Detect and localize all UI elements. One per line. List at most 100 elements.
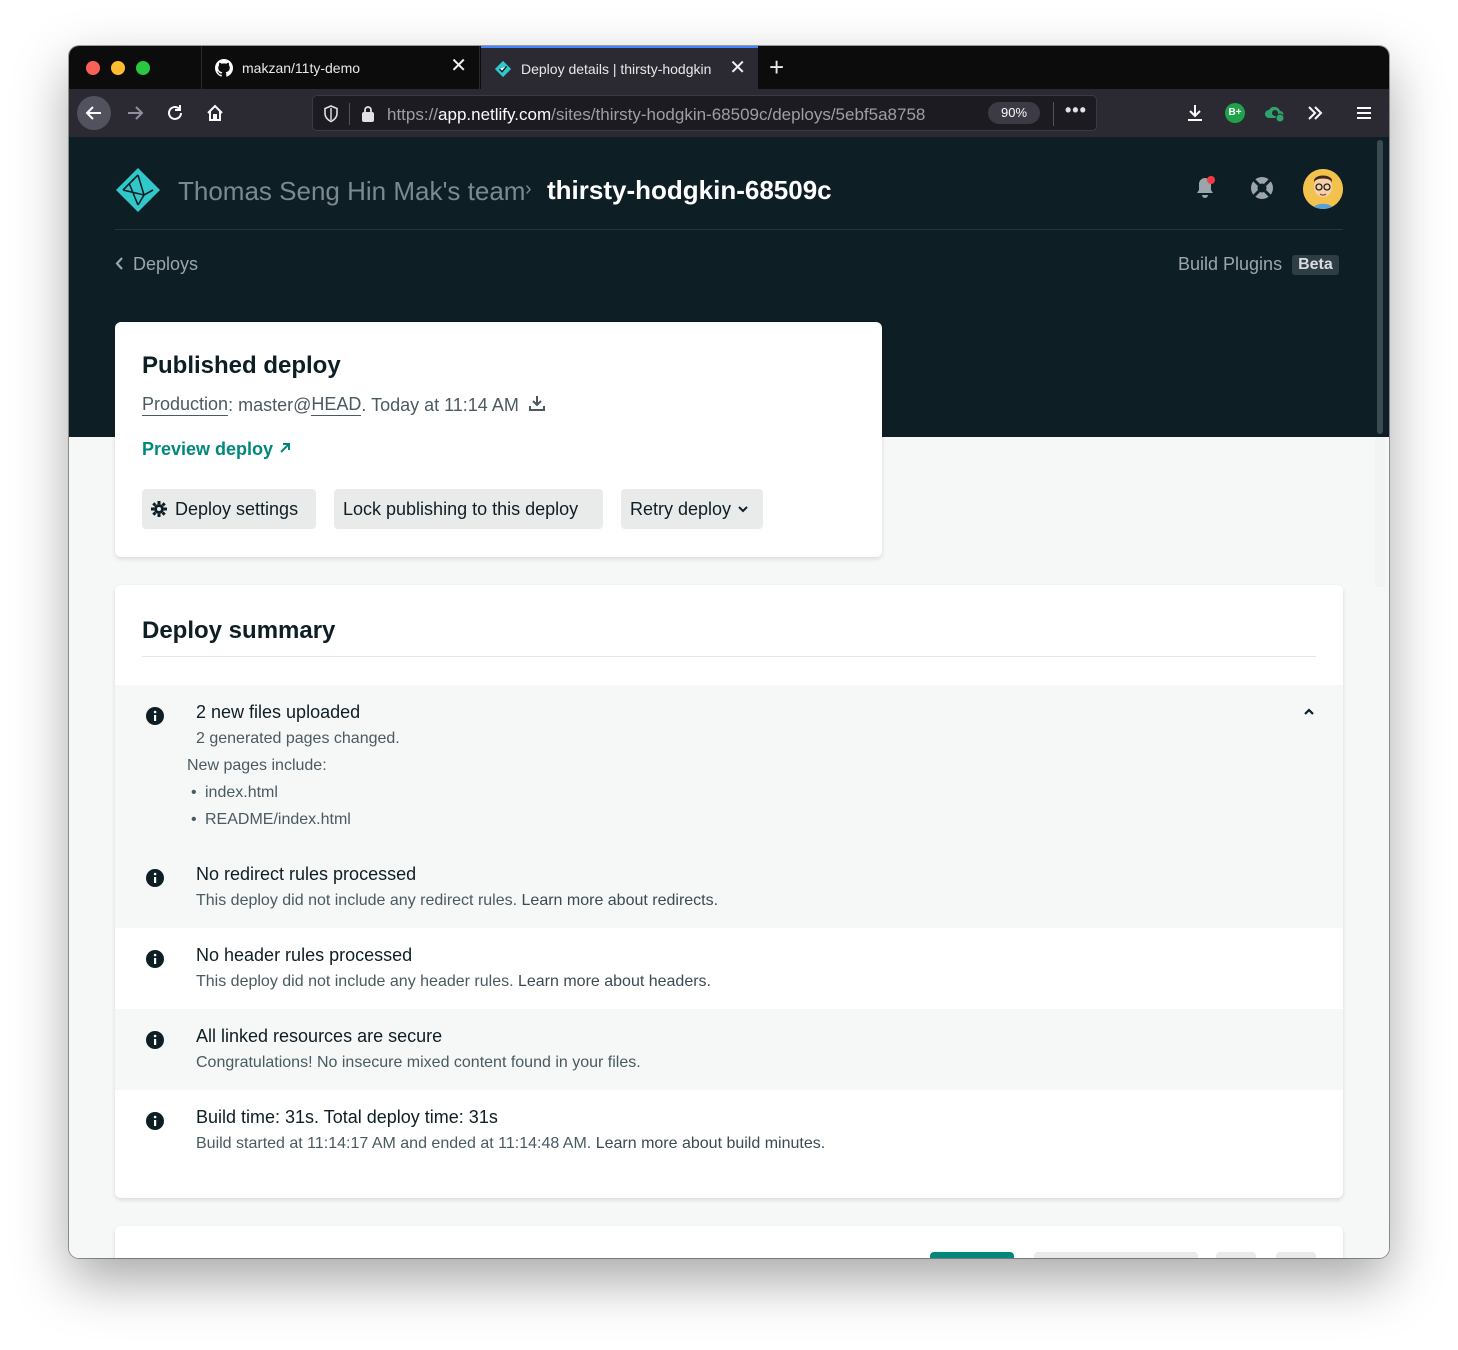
summary-item-desc: This deploy did not include any header r… [196,973,711,990]
summary-item-build-time[interactable]: Build time: 31s. Total deploy time: 31s … [115,1090,1343,1171]
summary-item-mixed-content[interactable]: All linked resources are secure Congratu… [115,1009,1343,1090]
new-tab-button[interactable]: + [769,52,784,82]
summary-divider [142,656,1316,657]
summary-item-title: All linked resources are secure [196,1026,443,1046]
url-bar[interactable]: https://app.netlify.com/sites/thirsty-ho… [312,95,1097,131]
url-divider [1053,102,1054,126]
back-to-deploys-link[interactable]: Deploys [115,254,198,275]
zoom-window-button[interactable] [136,61,150,75]
deploy-ref: HEAD [311,394,362,416]
deploy-summary-card: Deploy summary 2 new files uploaded 2 ge… [115,585,1343,1198]
deploy-settings-label: Deploy settings [175,498,299,519]
deploy-summary-title: Deploy summary [142,617,336,644]
chevron-left-icon [115,256,124,273]
summary-item-title: No redirect rules processed [196,864,417,884]
retry-deploy-button[interactable]: Retry deploy [621,489,763,529]
chevron-up-icon[interactable] [1303,703,1315,719]
summary-item-desc: Congratulations! No insecure mixed conte… [196,1054,641,1071]
home-button[interactable] [199,97,231,129]
close-window-button[interactable] [86,61,100,75]
deploy-log-card [115,1226,1343,1258]
new-pages-label: New pages include: [187,757,327,774]
learn-more-headers-link[interactable]: Learn more about headers. [518,973,711,990]
new-page-item: index.html [205,784,278,801]
download-deploy-icon[interactable] [528,395,545,416]
page-actions-button[interactable]: ••• [1065,100,1087,121]
log-tab[interactable] [1216,1252,1256,1258]
reload-button[interactable] [159,97,191,129]
summary-item-desc: Build started at 11:14:17 AM and ended a… [196,1135,826,1152]
summary-item-files[interactable]: 2 new files uploaded 2 generated pages c… [115,685,1343,847]
lock-icon[interactable] [361,105,375,128]
url-divider [349,103,350,125]
log-tab-active[interactable] [930,1252,1014,1258]
hamburger-icon [1357,107,1371,119]
zoom-level-badge[interactable]: 90% [988,102,1040,124]
shield-icon[interactable] [323,105,339,128]
new-page-item: README/index.html [205,811,351,828]
page-scrollbar-thumb[interactable] [1377,140,1383,434]
netlify-icon [493,59,513,79]
extension-button[interactable]: B+ [1219,97,1251,129]
url-text[interactable]: https://app.netlify.com/sites/thirsty-ho… [387,105,977,125]
deploy-context: Production [142,394,229,416]
published-deploy-card: Published deploy Production : master@ HE… [115,322,882,557]
preview-deploy-link[interactable]: Preview deploy [142,439,291,460]
info-icon [146,707,164,730]
downloads-button[interactable] [1179,97,1211,129]
deploy-settings-button[interactable]: Deploy settings [142,489,316,529]
deploy-meta: Production : master@ HEAD . Today at 11:… [142,394,545,416]
tab-deploy-details[interactable]: Deploy details | thirsty-hodgkin ✕ [481,46,758,89]
summary-item-headers[interactable]: No header rules processed This deploy di… [115,928,1343,1009]
log-tab[interactable] [1034,1252,1198,1258]
learn-more-build-minutes-link[interactable]: Learn more about build minutes. [596,1135,825,1152]
summary-item-title: No header rules processed [196,945,413,965]
chevron-down-icon [738,502,748,516]
minimize-window-button[interactable] [111,61,125,75]
back-button[interactable] [77,96,111,130]
tab-strip: makzan/11ty-demo ✕ Deploy details | thir… [69,46,1389,89]
header-divider [115,229,1343,230]
log-tab[interactable] [1276,1252,1316,1258]
breadcrumb-site[interactable]: thirsty-hodgkin-68509c [547,175,832,206]
info-icon [146,869,164,892]
page-bullet-icon: • [191,811,197,828]
external-link-arrow-icon [279,441,291,458]
learn-more-redirects-link[interactable]: Learn more about redirects. [522,892,719,909]
page-viewport: Thomas Seng Hin Mak's team › thirsty-hod… [69,137,1389,1258]
tab-github[interactable]: makzan/11ty-demo ✕ [201,46,480,89]
notifications-bell-icon[interactable] [1193,175,1217,206]
download-icon [1188,105,1202,121]
breadcrumb-team[interactable]: Thomas Seng Hin Mak's team [178,176,525,207]
user-avatar[interactable] [1303,169,1343,209]
close-tab-icon[interactable]: ✕ [729,58,746,78]
lock-publishing-label: Lock publishing to this deploy [343,498,579,519]
forward-button[interactable] [119,97,151,129]
info-icon [146,1112,164,1135]
published-deploy-title: Published deploy [142,352,341,379]
tab-label: Deploy details | thirsty-hodgkin [521,60,712,77]
browser-window: makzan/11ty-demo ✕ Deploy details | thir… [69,46,1389,1258]
build-plugins-label: Build Plugins [1178,254,1283,274]
arrow-left-icon [85,106,101,120]
summary-item-desc: 2 generated pages changed. [196,730,400,747]
page-scrollbar-track[interactable] [1375,437,1385,587]
page-bullet-icon: • [191,784,197,801]
build-plugins-link[interactable]: Build Plugins Beta [1178,254,1339,275]
menu-button[interactable] [1348,97,1380,129]
lock-publishing-button[interactable]: Lock publishing to this deploy [334,489,603,529]
support-icon[interactable] [1249,175,1275,206]
gear-icon [151,501,167,517]
preview-deploy-label: Preview deploy [142,439,274,459]
github-icon [214,58,234,78]
retry-deploy-label: Retry deploy [630,498,732,519]
summary-item-desc: This deploy did not include any redirect… [196,892,719,909]
close-tab-icon[interactable]: ✕ [450,56,467,76]
summary-item-redirects[interactable]: No redirect rules processed This deploy … [115,847,1343,928]
back-label: Deploys [133,254,199,274]
more-tools-button[interactable] [1299,97,1331,129]
sync-extension-button[interactable] [1259,97,1291,129]
netlify-logo-icon[interactable] [115,167,161,218]
deploy-branch: master@ [238,394,312,415]
arrow-right-icon [128,106,144,120]
